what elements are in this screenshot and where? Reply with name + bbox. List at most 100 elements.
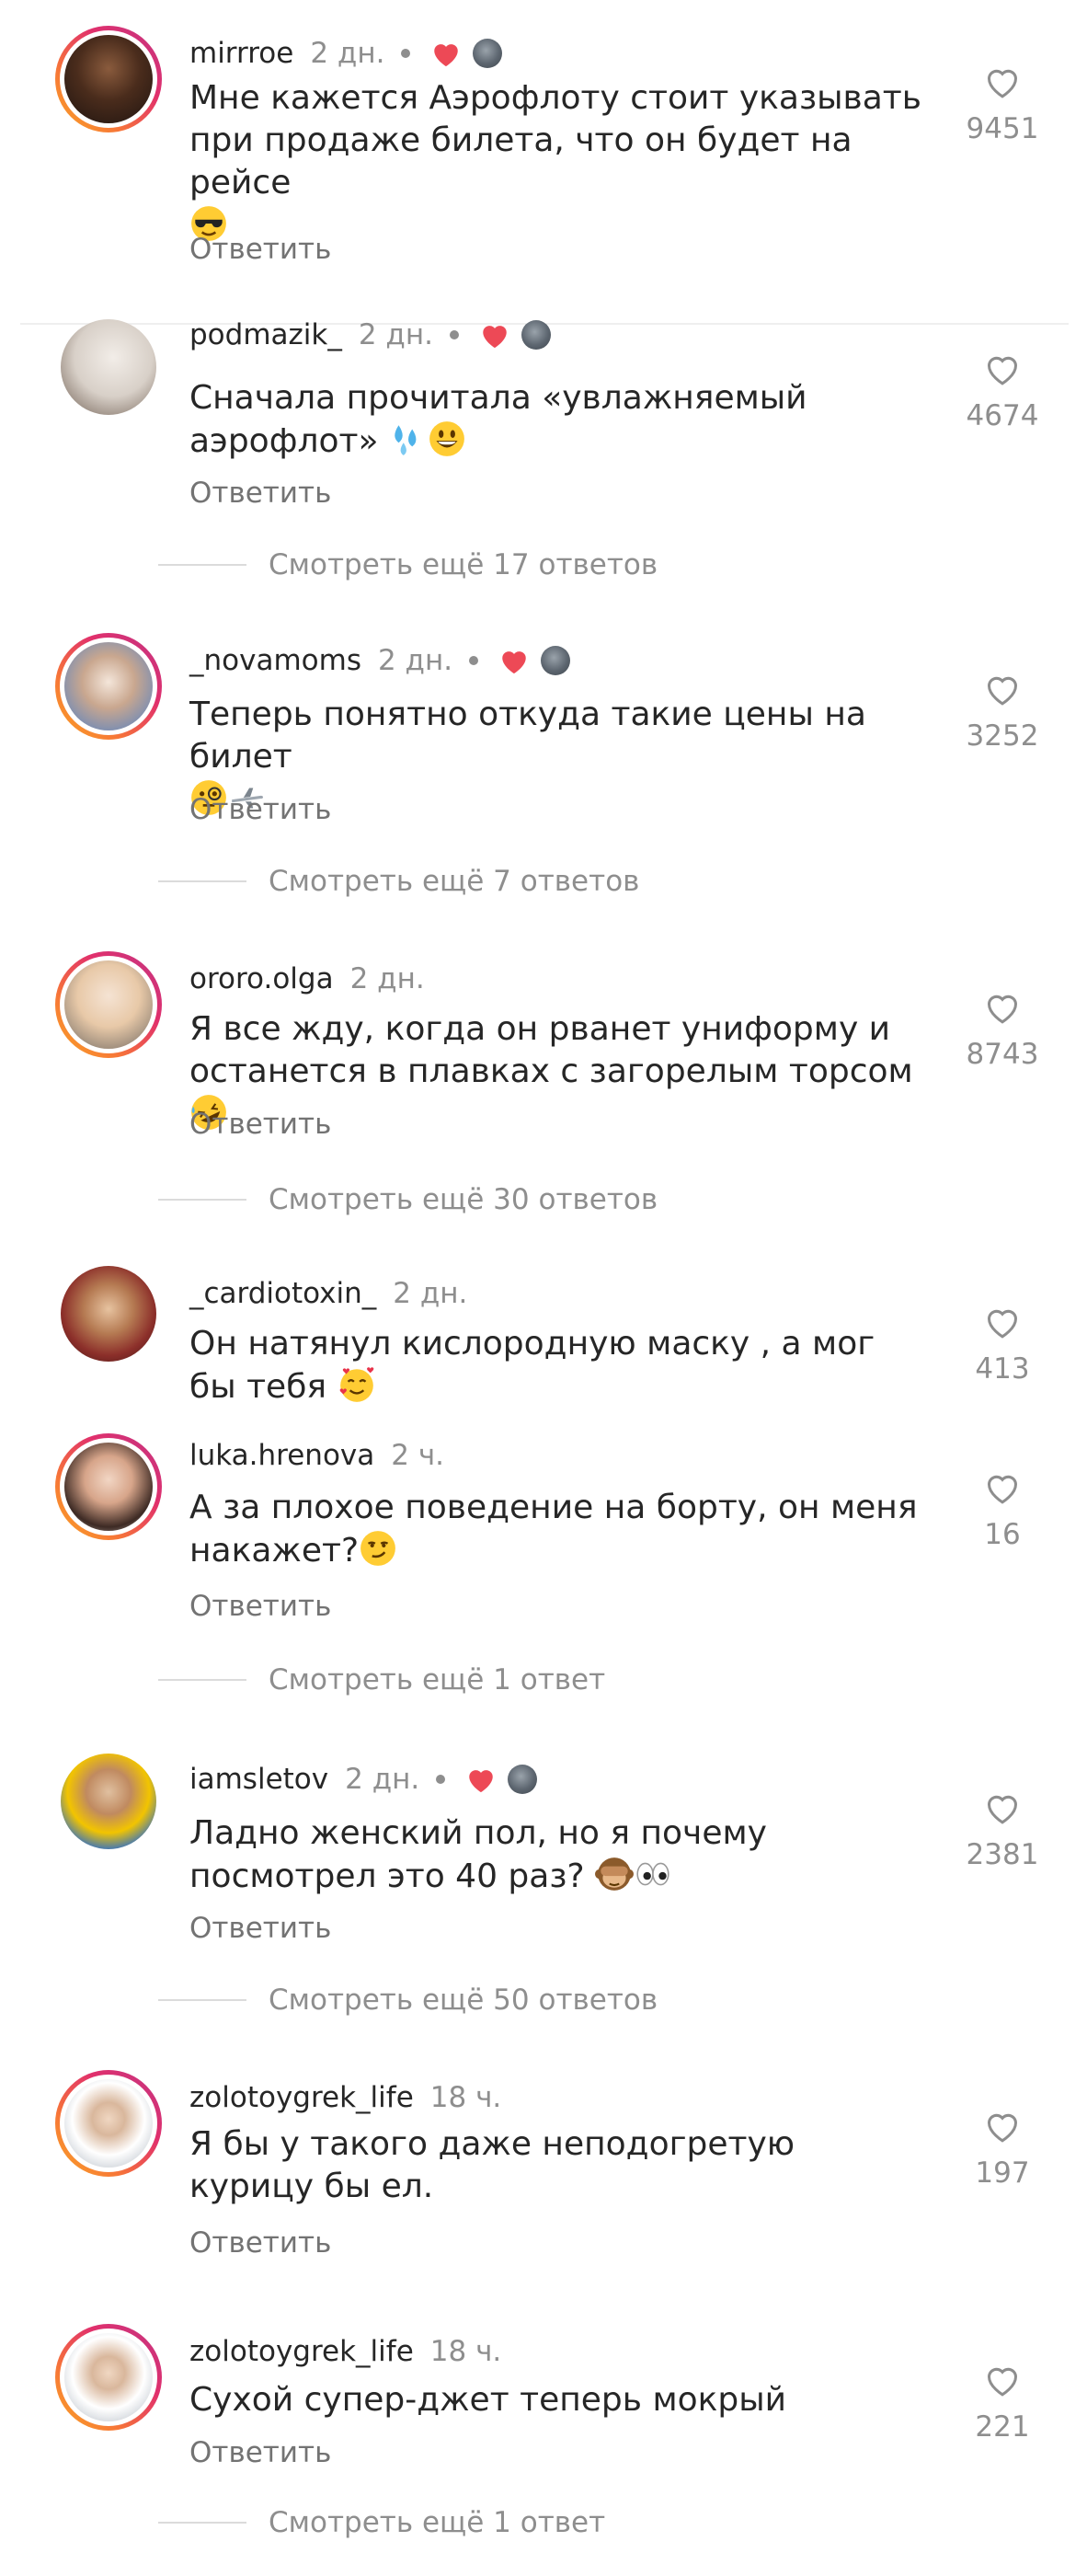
avatar[interactable] — [55, 2070, 162, 2177]
avatar[interactable] — [61, 1266, 156, 1362]
view-replies-button[interactable]: Смотреть ещё 50 ответов — [158, 1982, 658, 2018]
like-button[interactable]: 221 — [956, 2363, 1048, 2444]
username[interactable]: ororo.olga — [189, 962, 334, 995]
comment-text: Сухой супер-джет теперь мокрый — [189, 2381, 787, 2419]
timestamp: 18 ч. — [429, 2335, 502, 2368]
author-liked-heart-icon — [502, 651, 526, 674]
reply-button[interactable]: Ответить — [189, 2226, 331, 2260]
view-replies-button[interactable]: Смотреть ещё 30 ответов — [158, 1181, 658, 1218]
grinning-face-icon — [429, 421, 464, 456]
like-count: 2381 — [966, 1838, 1039, 1871]
reply-button[interactable]: Ответить — [189, 1590, 331, 1623]
username[interactable]: podmazik_ — [189, 318, 342, 351]
smirking-face-icon — [360, 1531, 395, 1566]
view-replies-label: Смотреть ещё 50 ответов — [269, 1984, 658, 2017]
username[interactable]: zolotoygrek_life — [189, 2081, 414, 2114]
timestamp: 2 дн. — [358, 318, 433, 351]
like-count: 221 — [975, 2410, 1030, 2444]
like-count: 16 — [984, 1518, 1021, 1551]
reply-button[interactable]: Ответить — [189, 477, 331, 510]
reply-button[interactable]: Ответить — [189, 1108, 331, 1141]
heart-outline-icon — [987, 69, 1018, 98]
like-count: 9451 — [966, 112, 1039, 145]
author-avatar-icon — [541, 646, 571, 675]
view-replies-button[interactable]: Смотреть ещё 17 ответов — [158, 546, 658, 583]
heart-outline-icon — [987, 1475, 1018, 1504]
like-count: 413 — [975, 1352, 1030, 1386]
view-replies-button[interactable]: Смотреть ещё 7 ответов — [158, 863, 639, 900]
comment-text: А за плохое поведение на борту, он меня … — [189, 1489, 918, 1570]
view-replies-button[interactable]: Смотреть ещё 1 ответ — [158, 2504, 605, 2541]
username[interactable]: _novamoms — [189, 644, 361, 677]
separator-dot — [436, 1775, 446, 1784]
reply-button[interactable]: Ответить — [189, 233, 331, 266]
smiling-face-with-hearts-icon — [339, 1367, 373, 1402]
like-button[interactable]: 3252 — [956, 672, 1048, 753]
username[interactable]: luka.hrenova — [189, 1439, 374, 1472]
comment-text: Он натянул кислородную маску , а мог бы … — [189, 1325, 875, 1406]
heart-outline-icon — [987, 2113, 1018, 2143]
separator-dot — [469, 656, 479, 665]
timestamp: 2 ч. — [391, 1439, 445, 1472]
avatar[interactable] — [55, 1433, 162, 1540]
replies-line — [158, 1999, 246, 2001]
avatar[interactable] — [61, 1754, 156, 1849]
replies-line — [158, 1679, 246, 1681]
see-no-evil-monkey-icon — [595, 1857, 635, 1891]
timestamp: 2 дн. — [377, 644, 453, 677]
like-button[interactable]: 2381 — [956, 1790, 1048, 1871]
like-button[interactable]: 8743 — [956, 990, 1048, 1071]
view-replies-button[interactable]: Смотреть ещё 1 ответ — [158, 1662, 605, 1698]
like-count: 197 — [975, 2156, 1030, 2190]
comment-text: Сначала прочитала «увлажняемый аэрофлот» — [189, 379, 807, 460]
author-liked-heart-icon — [434, 44, 459, 67]
heart-outline-icon — [987, 1309, 1018, 1339]
comment-text: Ладно женский пол, но я почему посмотрел… — [189, 1814, 767, 1895]
like-count: 8743 — [966, 1038, 1039, 1071]
timestamp: 2 дн. — [345, 1763, 420, 1796]
avatar[interactable] — [55, 2324, 162, 2431]
avatar[interactable] — [61, 319, 156, 415]
reply-button[interactable]: Ответить — [189, 1912, 331, 1945]
timestamp: 2 дн. — [393, 1277, 468, 1310]
comment-text: Мне кажется Аэрофлоту стоит указывать пр… — [189, 77, 925, 247]
avatar[interactable] — [55, 633, 162, 740]
like-count: 4674 — [966, 399, 1039, 432]
author-avatar-icon — [521, 320, 551, 350]
like-button[interactable]: 16 — [956, 1470, 1048, 1551]
username[interactable]: iamsletov — [189, 1763, 328, 1796]
comment-text: Я бы у такого даже неподогретую курицу б… — [189, 2125, 795, 2205]
reply-button[interactable]: Ответить — [189, 2436, 331, 2469]
reply-button[interactable]: Ответить — [189, 793, 331, 826]
avatar[interactable] — [55, 26, 162, 132]
author-liked-heart-icon — [469, 1770, 494, 1793]
sweat-droplets-icon — [395, 425, 417, 455]
like-button[interactable]: 413 — [956, 1305, 1048, 1386]
replies-line — [158, 2522, 246, 2524]
replies-line — [158, 564, 246, 566]
avatar[interactable] — [55, 951, 162, 1058]
like-count: 3252 — [966, 719, 1039, 753]
username[interactable]: _cardiotoxin_ — [189, 1277, 376, 1310]
heart-outline-icon — [987, 356, 1018, 385]
username[interactable]: zolotoygrek_life — [189, 2335, 414, 2368]
view-replies-label: Смотреть ещё 30 ответов — [269, 1183, 658, 1216]
username[interactable]: mirrroe — [189, 37, 293, 70]
replies-line — [158, 880, 246, 882]
separator-dot — [401, 49, 411, 58]
heart-outline-icon — [987, 1795, 1018, 1824]
like-button[interactable]: 197 — [956, 2109, 1048, 2190]
view-replies-label: Смотреть ещё 1 ответ — [269, 2506, 606, 2539]
view-replies-label: Смотреть ещё 7 ответов — [269, 865, 640, 898]
heart-outline-icon — [987, 676, 1018, 706]
heart-outline-icon — [987, 995, 1018, 1024]
author-liked-heart-icon — [483, 326, 507, 349]
author-avatar-icon — [473, 39, 503, 68]
timestamp: 2 дн. — [310, 37, 385, 70]
like-button[interactable]: 4674 — [956, 351, 1048, 432]
view-replies-label: Смотреть ещё 17 ответов — [269, 548, 658, 581]
replies-line — [158, 1199, 246, 1201]
like-button[interactable]: 9451 — [956, 64, 1048, 145]
timestamp: 2 дн. — [349, 962, 425, 995]
timestamp: 18 ч. — [429, 2081, 502, 2114]
